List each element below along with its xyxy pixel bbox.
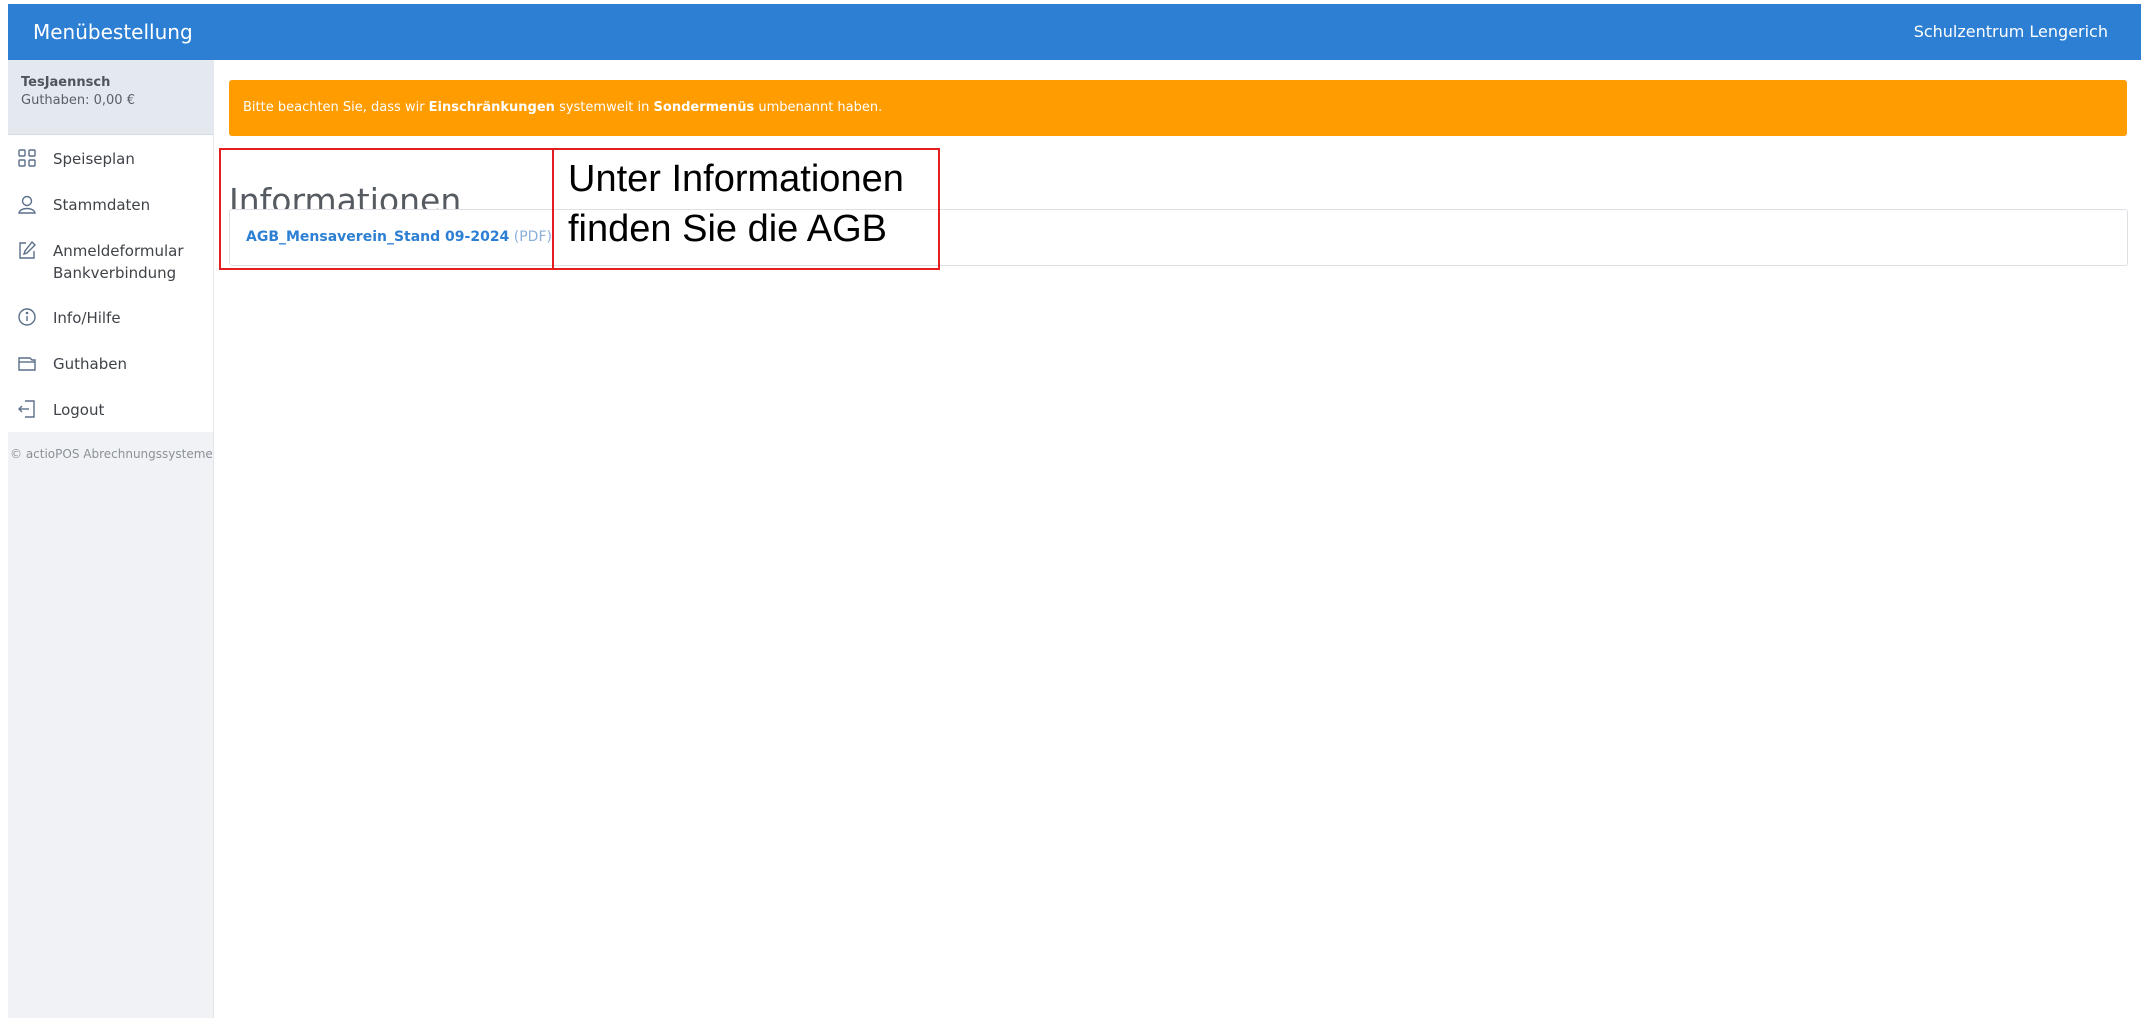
grid-icon	[16, 147, 38, 169]
username: TesJaennsch	[21, 75, 111, 90]
annotation-highlight-box	[219, 148, 554, 270]
sidebar: TesJaennsch Guthaben: 0,00 € Speiseplan	[8, 60, 214, 1018]
sidebar-item-label: Guthaben	[53, 355, 127, 373]
school-name: Schulzentrum Lengerich	[1913, 22, 2108, 41]
sidebar-item-logout[interactable]: Logout	[8, 386, 213, 432]
balance: Guthaben: 0,00 €	[21, 93, 135, 108]
sidebar-item-label: Info/Hilfe	[53, 309, 121, 327]
sidebar-item-guthaben[interactable]: Guthaben	[8, 340, 213, 386]
sidebar-item-stammdaten[interactable]: Stammdaten	[8, 181, 213, 227]
sidebar-item-info-hilfe[interactable]: Info/Hilfe	[8, 294, 213, 340]
annotation-text: Unter Informationen finden Sie die AGB	[568, 158, 904, 250]
app-title[interactable]: Menübestellung	[33, 4, 193, 60]
notice-text: Bitte beachten Sie, dass wir Einschränku…	[243, 100, 883, 115]
wallet-icon	[16, 352, 38, 374]
info-icon	[16, 306, 38, 328]
page: Menübestellung Schulzentrum Lengerich Te…	[8, 4, 2141, 1018]
edit-icon	[16, 239, 38, 261]
sidebar-item-label: Logout	[53, 401, 105, 419]
sidebar-item-label: Stammdaten	[53, 196, 151, 214]
sidebar-item-label: Speiseplan	[53, 150, 135, 168]
sidebar-item-anmeldeformular[interactable]: Anmeldeformular Bankverbindung	[8, 227, 213, 294]
sidebar-item-label: Anmeldeformular Bankverbindung	[53, 242, 184, 282]
logout-icon	[16, 398, 38, 420]
user-info: TesJaennsch Guthaben: 0,00 €	[8, 60, 213, 135]
notice-banner: Bitte beachten Sie, dass wir Einschränku…	[229, 80, 2127, 136]
sidebar-menu: Speiseplan Stammdaten Anmeldeformular Ba…	[8, 135, 213, 432]
top-navbar: Menübestellung Schulzentrum Lengerich	[8, 4, 2141, 60]
copyright: © actioPOS Abrechnungssysteme	[10, 447, 213, 461]
sidebar-item-speiseplan[interactable]: Speiseplan	[8, 135, 213, 181]
user-icon	[16, 193, 38, 215]
